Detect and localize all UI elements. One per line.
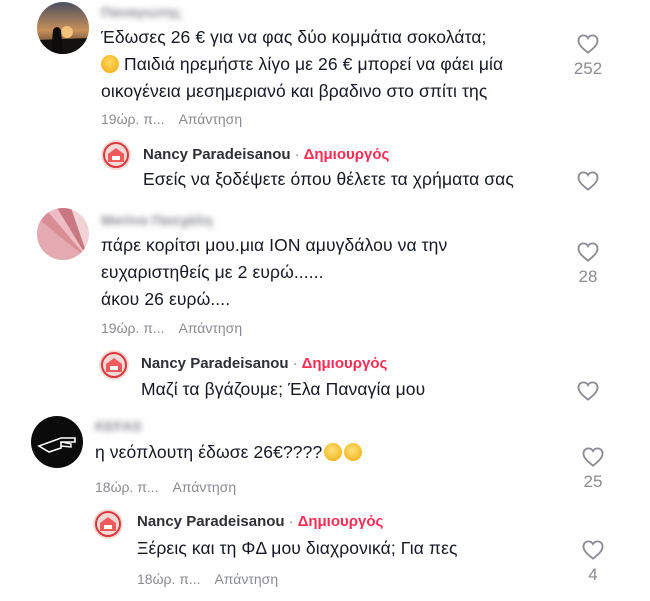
creator-avatar-icon: [99, 350, 129, 380]
name-separator: ·: [292, 355, 298, 372]
creator-badge: Δημιουργός: [303, 146, 390, 163]
comment-line: οικογένεια μεσημεριανό και βραδινο στο σ…: [101, 81, 488, 101]
creator-badge: Δημιουργός: [301, 355, 388, 372]
reply-author: Nancy Paradeisanou · Δημιουργός: [143, 146, 389, 163]
reply-button[interactable]: Απάντηση: [172, 479, 236, 495]
commenter-name[interactable]: Ματίνα Πασχάλη: [101, 212, 212, 228]
avatar[interactable]: [37, 208, 89, 260]
comment-meta: 19ώρ. π... Απάντηση: [101, 111, 242, 127]
like-button[interactable]: 25: [573, 447, 613, 492]
avatar[interactable]: [37, 2, 89, 54]
comment-line: η νεόπλουτη έδωσε 26€????: [95, 439, 555, 466]
creator-avatar[interactable]: [99, 350, 129, 380]
creator-avatar-icon: [93, 509, 123, 539]
avatar[interactable]: [31, 416, 83, 468]
creator-avatar[interactable]: [101, 140, 131, 170]
like-button[interactable]: 4: [573, 540, 613, 585]
creator-avatar-icon: [101, 140, 131, 170]
timestamp: 18ώρ. π...: [137, 571, 201, 587]
reply-text: Εσείς να ξοδέψετε όπου θέλετε τα χρήματα…: [143, 169, 514, 189]
comment-line: Παιδιά ηρεμήστε λίγο με 26 € μπορεί να φ…: [101, 51, 571, 78]
comment-meta: 19ώρ. π... Απάντηση: [101, 320, 242, 336]
grimacing-face-icon: [324, 443, 343, 461]
timestamp: 19ώρ. π...: [101, 111, 165, 127]
comment-text: Έδωσες 26 € για να φας δύο κομμάτια σοκο…: [101, 24, 571, 105]
reply-author-name[interactable]: Nancy Paradeisanou: [141, 355, 289, 372]
timestamp: 19ώρ. π...: [101, 320, 165, 336]
flushed-face-icon: [101, 55, 119, 73]
reply-text: Ξέρεις και τη ΦΔ μου διαχρονικά; Για πες: [137, 538, 458, 558]
reply-author: Nancy Paradeisanou · Δημιουργός: [137, 513, 383, 530]
like-button[interactable]: 252: [568, 34, 608, 79]
comment-line-text: Παιδιά ηρεμήστε λίγο με 26 € μπορεί να φ…: [123, 54, 504, 74]
reply-button[interactable]: Απάντηση: [214, 571, 278, 587]
like-count: 28: [578, 267, 598, 286]
commenter-name[interactable]: Παναγιώτης: [101, 4, 181, 20]
heart-icon: [577, 381, 599, 401]
name-separator: ·: [294, 146, 300, 163]
heart-icon: [577, 34, 599, 54]
like-button[interactable]: [568, 381, 608, 401]
comment-line: πάρε κορίτσι μου.μια ΙΟΝ αμυγδάλου να τη…: [101, 235, 448, 255]
comment-text: πάρε κορίτσι μου.μια ΙΟΝ αμυγδάλου να τη…: [101, 232, 561, 313]
fan-avatar-icon: [37, 208, 89, 260]
heart-icon: [577, 171, 599, 191]
reply-meta: 18ώρ. π... Απάντηση: [137, 571, 278, 587]
like-button[interactable]: 28: [568, 242, 608, 287]
sunset-avatar-icon: [37, 2, 89, 54]
comment-line: Έδωσες 26 € για να φας δύο κομμάτια σοκο…: [101, 27, 487, 47]
comment-line: ευχαριστηθείς με 2 ευρώ......: [101, 262, 324, 282]
comment-line: άκου 26 ευρώ....: [101, 289, 231, 309]
reply-button[interactable]: Απάντηση: [178, 111, 242, 127]
heart-icon: [582, 447, 604, 467]
hand-gesture-avatar-icon: [31, 416, 83, 468]
reply-text: Μαζί τα βγάζουμε; Έλα Παναγία μου: [141, 379, 426, 399]
like-button[interactable]: [568, 171, 608, 191]
reply-button[interactable]: Απάντηση: [178, 320, 242, 336]
comment-text: η νεόπλουτη έδωσε 26€????: [95, 439, 555, 466]
comment-line-text: η νεόπλουτη έδωσε 26€????: [95, 442, 323, 462]
heart-icon: [577, 242, 599, 262]
timestamp: 18ώρ. π...: [95, 479, 159, 495]
like-count: 252: [573, 59, 603, 78]
reply-author-name[interactable]: Nancy Paradeisanou: [137, 513, 285, 530]
like-count: 4: [588, 565, 598, 584]
comment-meta: 18ώρ. π... Απάντηση: [95, 479, 236, 495]
name-separator: ·: [288, 513, 294, 530]
grimacing-face-icon: [344, 443, 363, 461]
creator-avatar[interactable]: [93, 509, 123, 539]
creator-badge: Δημιουργός: [297, 513, 384, 530]
reply-author-name[interactable]: Nancy Paradeisanou: [143, 146, 291, 163]
commenter-name[interactable]: KEFAS: [95, 418, 142, 434]
reply-author: Nancy Paradeisanou · Δημιουργός: [141, 355, 387, 372]
like-count: 25: [583, 472, 603, 491]
heart-icon: [582, 540, 604, 560]
